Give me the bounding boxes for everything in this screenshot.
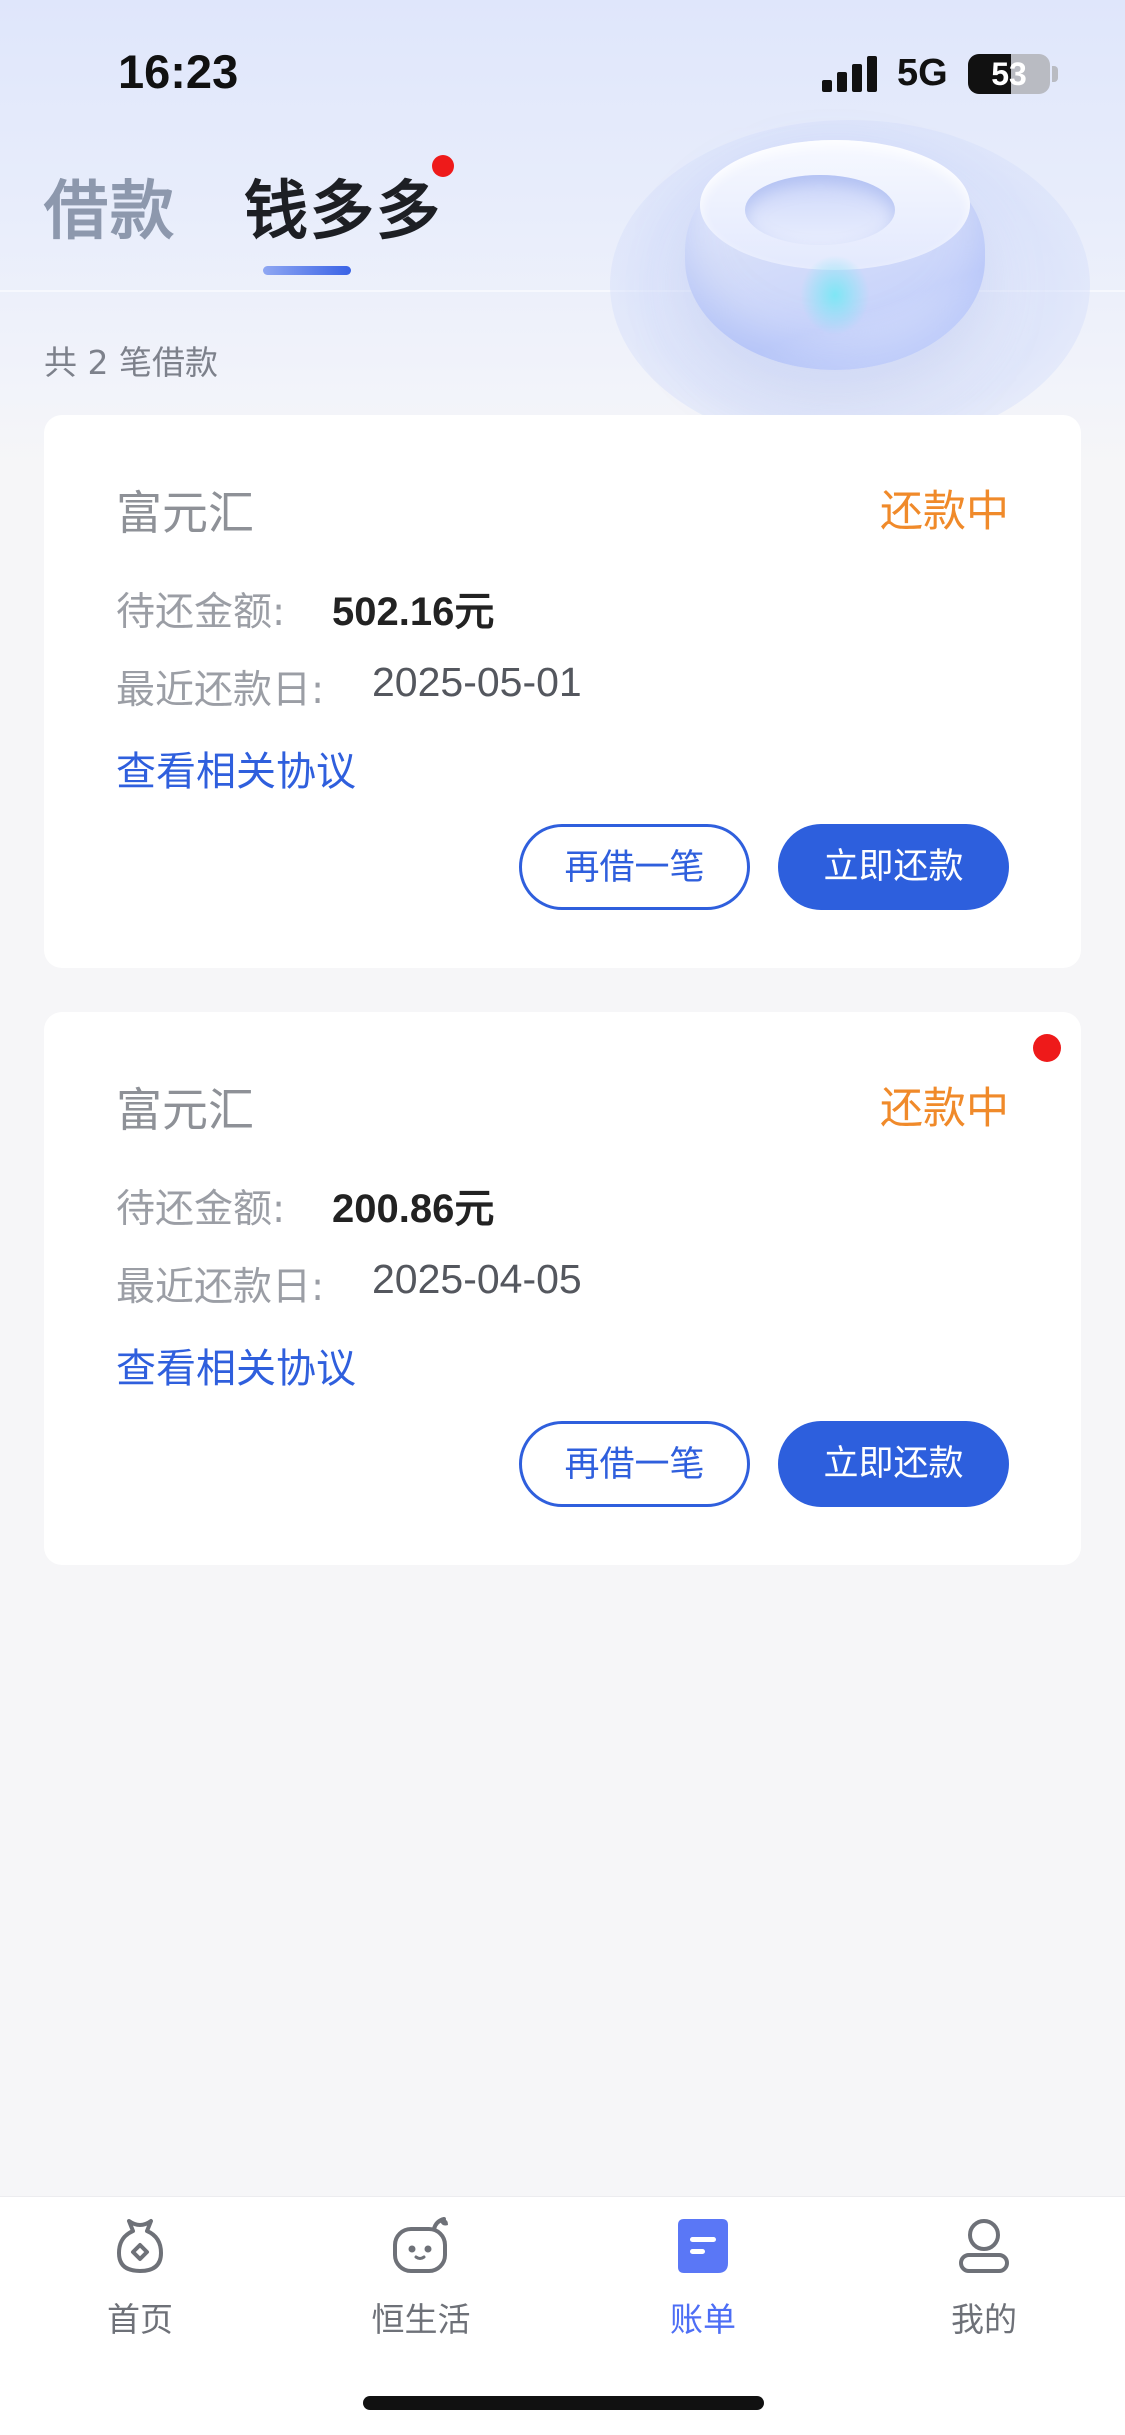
- due-date-label: 最近还款日:: [116, 1265, 325, 1310]
- bill-icon: [672, 2215, 734, 2277]
- network-type: 5G: [897, 52, 948, 94]
- nav-label-home: 首页: [107, 2300, 173, 2339]
- loan-card: 富元汇 还款中 待还金额: 502.16元 最近还款日: 2025-05-01 …: [44, 415, 1081, 968]
- nav-item-life[interactable]: 恒生活: [321, 2215, 521, 2341]
- nav-item-bill[interactable]: 账单: [603, 2215, 803, 2341]
- loan-provider: 富元汇: [116, 486, 254, 540]
- repay-now-button[interactable]: 立即还款: [778, 824, 1009, 910]
- battery-icon: 53: [968, 54, 1050, 94]
- loan-status: 还款中: [880, 487, 1009, 537]
- amount-value: 200.86元: [332, 1187, 495, 1231]
- amount-value: 502.16元: [332, 590, 495, 634]
- borrow-again-button[interactable]: 再借一笔: [519, 824, 750, 910]
- decorative-coin-glow: [800, 255, 870, 335]
- page: 16:23 5G 53 借款 钱多多 共 2 笔借款 富元汇 还款中 待还金额:…: [0, 0, 1125, 2435]
- nav-item-profile[interactable]: 我的: [884, 2215, 1084, 2341]
- amount-label: 待还金额:: [116, 590, 286, 635]
- active-tab-indicator: [263, 266, 351, 275]
- nav-item-home[interactable]: 首页: [40, 2215, 240, 2341]
- due-date-label: 最近还款日:: [116, 668, 325, 713]
- loan-status: 还款中: [880, 1084, 1009, 1134]
- view-agreement-link[interactable]: 查看相关协议: [116, 1336, 356, 1394]
- life-face-icon: [390, 2215, 452, 2277]
- status-bar: 16:23 5G 53: [0, 0, 1125, 140]
- tab-loan[interactable]: 借款: [44, 160, 176, 252]
- nav-label-life: 恒生活: [371, 2300, 471, 2339]
- nav-label-profile: 我的: [951, 2300, 1017, 2339]
- nav-label-bill: 账单: [670, 2300, 736, 2339]
- loan-card: 富元汇 还款中 待还金额: 200.86元 最近还款日: 2025-04-05 …: [44, 1012, 1081, 1565]
- tab-qianduoduo[interactable]: 钱多多: [244, 160, 442, 252]
- repay-now-button[interactable]: 立即还款: [778, 1421, 1009, 1507]
- due-date-value: 2025-04-05: [372, 1256, 582, 1302]
- borrow-again-button[interactable]: 再借一笔: [519, 1421, 750, 1507]
- loan-count: 共 2 笔借款: [44, 343, 218, 382]
- loan-provider: 富元汇: [116, 1083, 254, 1137]
- status-time: 16:23: [118, 45, 239, 98]
- cellular-signal-icon: [822, 56, 878, 92]
- tab-notification-dot: [432, 155, 454, 177]
- home-indicator[interactable]: [363, 2396, 764, 2410]
- home-pouch-icon: [109, 2215, 171, 2277]
- profile-icon: [953, 2215, 1015, 2277]
- battery-cap: [1052, 66, 1058, 82]
- due-date-value: 2025-05-01: [372, 659, 582, 705]
- decorative-coin-hole: [745, 175, 895, 245]
- amount-label: 待还金额:: [116, 1187, 286, 1232]
- card-notification-dot: [1033, 1034, 1061, 1062]
- view-agreement-link[interactable]: 查看相关协议: [116, 739, 356, 797]
- battery-percentage: 53: [991, 56, 1027, 92]
